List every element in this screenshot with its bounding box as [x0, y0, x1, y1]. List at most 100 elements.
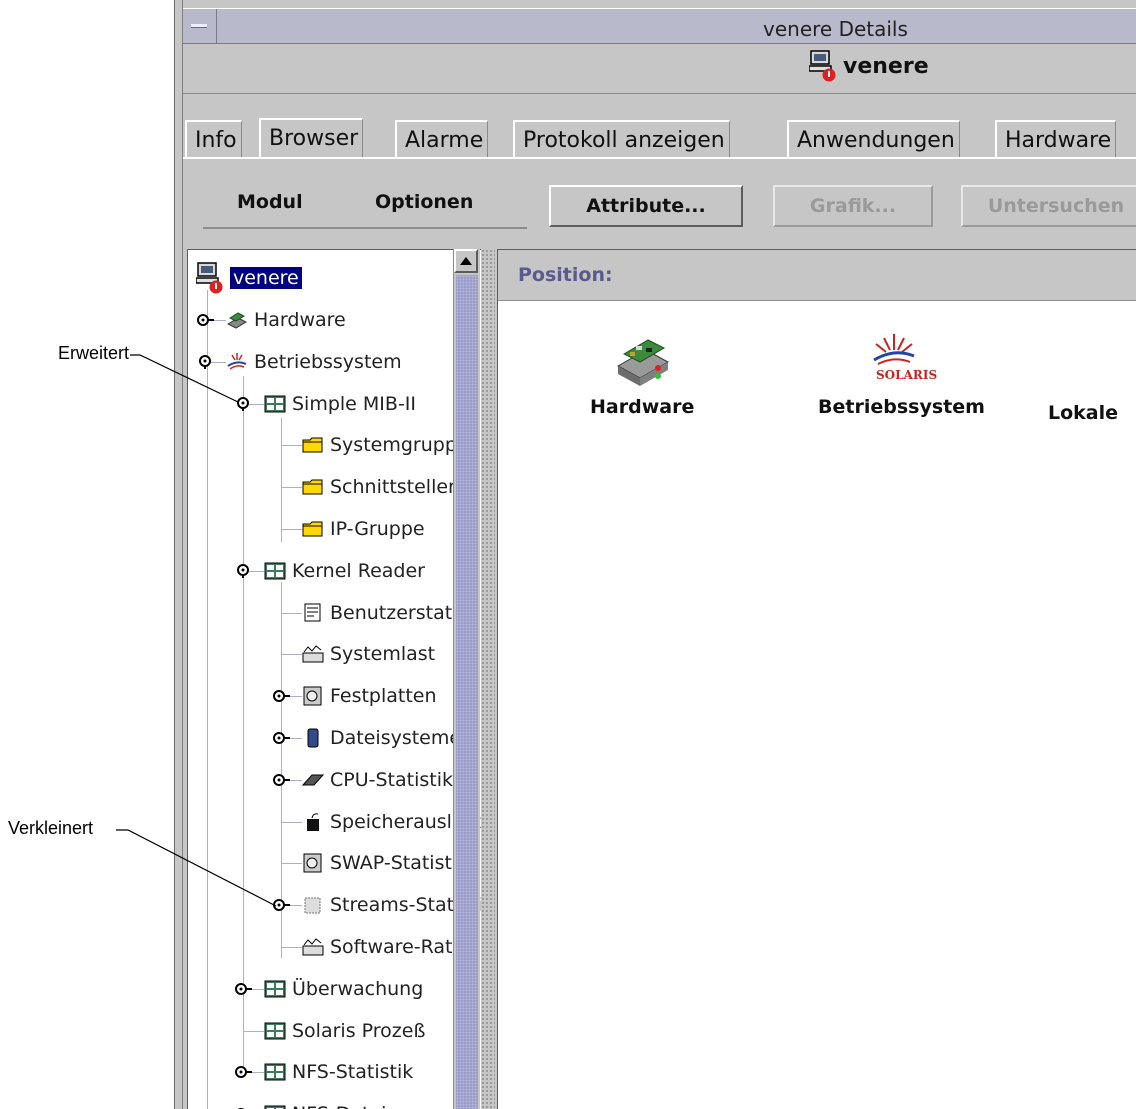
- tree-item-label: Software-Rate: [330, 936, 465, 958]
- collapsed-handle-icon[interactable]: [272, 898, 298, 912]
- folder-icon: [302, 437, 323, 453]
- expanded-handle-icon[interactable]: [196, 354, 222, 369]
- tab-alarme[interactable]: Alarme: [395, 120, 489, 158]
- collapsed-handle-icon[interactable]: [196, 313, 222, 327]
- cpu-icon: [302, 774, 324, 786]
- tree-item-label: NFS-Datei: [292, 1103, 386, 1109]
- menu-optionen[interactable]: Optionen: [375, 191, 473, 213]
- tree-item[interactable]: Überwachung: [264, 969, 423, 1009]
- tree-item-label: Kernel Reader: [292, 559, 425, 582]
- host-header: venere: [183, 44, 1136, 94]
- scroll-up-button[interactable]: [454, 249, 478, 273]
- window-menu-icon: [191, 24, 207, 28]
- tree-item-label: Schnittstellen: [330, 476, 461, 499]
- collapsed-handle-icon[interactable]: [234, 1065, 260, 1079]
- expanded-handle-icon[interactable]: [234, 563, 260, 578]
- host-alarm-icon: [809, 50, 836, 82]
- solaris-icon: [227, 352, 247, 370]
- tree-guide-line: [281, 418, 282, 542]
- tree-item-label: Simple MIB-II: [292, 392, 417, 415]
- tree-item-label: Festplatten: [330, 685, 437, 708]
- tree-item[interactable]: Festplatten: [302, 676, 437, 716]
- tree-connector: [281, 654, 302, 656]
- tree-item[interactable]: CPU-Statistik: [302, 760, 453, 800]
- tab-browser[interactable]: Browser: [259, 118, 364, 159]
- position-bar: Position:: [498, 250, 1136, 301]
- window-title: venere Details: [763, 17, 908, 41]
- hardware-module-label[interactable]: Hardware: [590, 396, 694, 418]
- tree-item-label: Betriebssystem: [254, 350, 402, 373]
- tree-item[interactable]: Software-Rate: [302, 927, 464, 967]
- folder-icon: [302, 521, 323, 537]
- tree-connector: [281, 487, 302, 489]
- host-alarm-icon: [196, 262, 223, 294]
- collapsed-handle-icon[interactable]: [272, 731, 298, 745]
- module-icon: [264, 980, 286, 998]
- tree-item[interactable]: Systemlast: [302, 634, 435, 674]
- expanded-handle-icon[interactable]: [234, 396, 260, 411]
- tree-item-label: Hardware: [254, 309, 346, 331]
- tree-item[interactable]: Kernel Reader: [264, 551, 425, 591]
- collapsed-handle-icon[interactable]: [272, 773, 298, 787]
- tree-item[interactable]: Hardware: [226, 300, 346, 340]
- tree-connector: [281, 612, 302, 614]
- tree-item-label: Solaris Prozeß: [292, 1019, 426, 1042]
- lokale-module-label[interactable]: Lokale: [1048, 402, 1118, 424]
- tree-connector: [281, 445, 302, 447]
- tree-item-label: IP-Gruppe: [330, 518, 425, 540]
- window-menu-button[interactable]: [183, 9, 217, 43]
- tree-item-label: Systemgruppe: [330, 434, 469, 457]
- tree-guide-line: [243, 376, 244, 1076]
- tab-protokoll-anzeigen[interactable]: Protokoll anzeigen: [513, 120, 730, 158]
- pane-splitter[interactable]: [481, 249, 495, 1109]
- attribute-button[interactable]: Attribute...: [549, 185, 743, 227]
- folder-icon: [302, 479, 323, 495]
- tree-root-label: venere: [230, 267, 302, 289]
- tab-info[interactable]: Info: [185, 120, 242, 158]
- tree-item-label: Dateisysteme: [330, 727, 462, 749]
- callout-expanded: Erweitert: [58, 343, 130, 363]
- tree-item-label: NFS-Statistik: [292, 1061, 414, 1084]
- tree-item[interactable]: Systemgruppe: [302, 425, 469, 465]
- tree-item[interactable]: Solaris Prozeß: [264, 1011, 425, 1051]
- title-bar[interactable]: venere Details: [183, 8, 1136, 44]
- module-icon: [264, 1105, 286, 1109]
- tree-root[interactable]: venere: [196, 258, 302, 298]
- tree-item[interactable]: Betriebssystem: [226, 342, 402, 382]
- tree-item-label: Systemlast: [330, 643, 436, 666]
- grafik-button[interactable]: Grafik...: [773, 185, 933, 227]
- tree-item[interactable]: Simple MIB-II: [264, 384, 416, 424]
- module-icon: [264, 1022, 286, 1040]
- module-icon: [264, 1063, 286, 1081]
- tab-hardware[interactable]: Hardware: [995, 120, 1117, 158]
- tree-item[interactable]: SWAP-Statistik: [302, 843, 468, 883]
- disk-icon: [303, 686, 322, 706]
- untersuchen-button[interactable]: Untersuchen: [961, 185, 1136, 227]
- tree-scrollbar[interactable]: [453, 249, 480, 1109]
- tree-item[interactable]: Dateisysteme: [302, 718, 461, 758]
- tree-item[interactable]: Schnittstellen: [302, 467, 460, 507]
- menu-bar: Modul Optionen: [203, 187, 527, 229]
- window-frame: [175, 0, 183, 1109]
- tree-item-label: Überwachung: [292, 977, 424, 1000]
- scroll-thumb[interactable]: [456, 275, 478, 1109]
- tree-item[interactable]: NFS-Statistik: [264, 1052, 413, 1092]
- module-icon: [264, 395, 286, 413]
- menu-modul[interactable]: Modul: [237, 191, 303, 213]
- memory-icon: [307, 812, 319, 831]
- tree-pane[interactable]: venere Hardware Betriebssystem Simple MIB-…: [187, 249, 486, 1109]
- betriebssystem-module-label[interactable]: Betriebssystem: [818, 396, 985, 418]
- tab-anwendungen[interactable]: Anwendungen: [787, 120, 960, 158]
- hardware-icon: [226, 312, 248, 329]
- tree-item-label: SWAP-Statistik: [330, 852, 469, 875]
- collapsed-handle-icon[interactable]: [272, 689, 298, 703]
- tree-item[interactable]: NFS-Datei: [264, 1094, 386, 1109]
- toolbar: Modul Optionen Attribute... Grafik... Un…: [183, 159, 1136, 243]
- hardware-board-icon[interactable]: [612, 332, 672, 392]
- filesystem-icon: [307, 728, 319, 748]
- tree-guide-line: [207, 290, 208, 1109]
- chip-icon: [304, 897, 321, 914]
- content-pane: Position: Hardware SOLARIS Betriebssyste…: [497, 249, 1136, 1109]
- collapsed-handle-icon[interactable]: [234, 982, 260, 996]
- tree-item[interactable]: IP-Gruppe: [302, 509, 425, 549]
